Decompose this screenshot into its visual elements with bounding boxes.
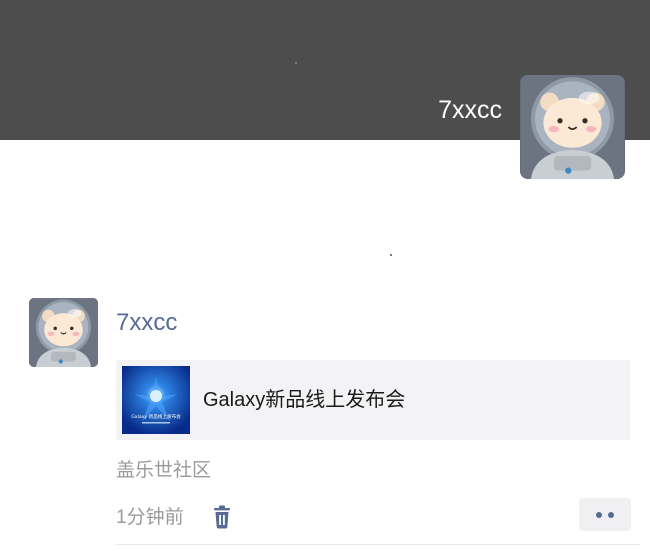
- divider: [116, 544, 640, 545]
- profile-avatar[interactable]: [520, 75, 625, 179]
- thumbnail-caption: Galaxy 新品线上发布会: [131, 413, 181, 420]
- dot: [596, 512, 602, 518]
- post-source[interactable]: 盖乐世社区: [116, 460, 211, 482]
- profile-nickname: 7xxcc: [438, 96, 502, 124]
- galaxy-event-thumbnail-icon: Galaxy 新品线上发布会: [122, 366, 190, 434]
- shared-link-title: Galaxy新品线上发布会: [203, 389, 406, 411]
- shared-link-card[interactable]: Galaxy 新品线上发布会 Galaxy新品线上发布会: [116, 360, 630, 440]
- dot: [608, 512, 614, 518]
- bear-astronaut-icon: [29, 298, 98, 367]
- decor-dot: [295, 62, 297, 64]
- post-author-name[interactable]: 7xxcc: [116, 309, 177, 337]
- post-author-avatar[interactable]: [29, 298, 98, 367]
- post-time: 1分钟前: [116, 507, 184, 528]
- bear-astronaut-icon: [520, 75, 625, 179]
- trash-icon[interactable]: [211, 505, 233, 529]
- decor-dot: [390, 254, 392, 256]
- more-dots-icon[interactable]: [579, 498, 631, 531]
